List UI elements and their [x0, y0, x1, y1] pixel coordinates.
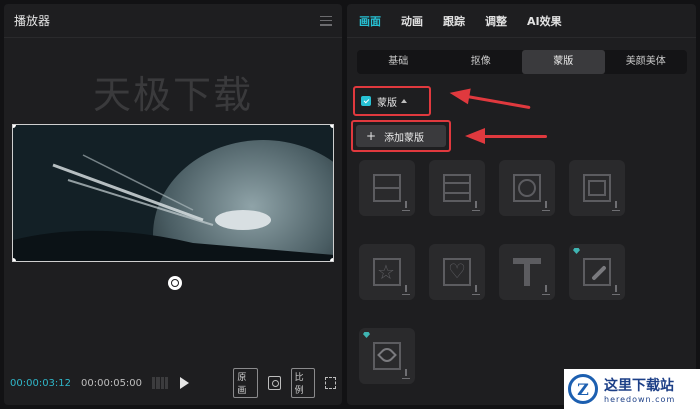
subtab-mask[interactable]: 蒙版: [522, 50, 605, 74]
mask-preset-mirror[interactable]: [429, 160, 485, 216]
waveform-icon[interactable]: [152, 377, 169, 389]
line-mask-divider: [373, 187, 401, 189]
download-icon: [542, 201, 550, 211]
logo-title: 这里下载站: [604, 377, 674, 394]
heart-mask-shape: ♡: [448, 259, 466, 283]
rectangle-mask-inner: [588, 180, 606, 196]
video-preview[interactable]: [12, 124, 334, 262]
logo-texts: 这里下载站 heredown.com: [604, 375, 675, 404]
caret-up-icon[interactable]: [401, 99, 407, 103]
menu-icon[interactable]: [320, 15, 332, 26]
player-title: 播放器: [14, 14, 51, 28]
logo-mark-icon: Z: [568, 374, 598, 404]
premium-gem-icon: [573, 248, 580, 254]
subtab-cutout[interactable]: 抠像: [440, 50, 523, 74]
total-time: 00:00:05:00: [81, 377, 143, 389]
download-icon: [472, 285, 480, 295]
tab-animation[interactable]: 动画: [401, 13, 423, 29]
planet-scene-image: [13, 125, 333, 261]
logo-domain: heredown.com: [604, 394, 676, 404]
mask-preset-text[interactable]: [499, 244, 555, 300]
properties-panel: 画面 动画 跟踪 调整 AI效果 基础 抠像 蒙版 美颜美体 蒙版 + 添加蒙版: [347, 4, 696, 405]
mask-preset-circle[interactable]: [499, 160, 555, 216]
sub-tabs: 基础 抠像 蒙版 美颜美体: [357, 50, 687, 74]
resize-handle-bottom-right[interactable]: [330, 258, 333, 261]
resize-handle-top-right[interactable]: [330, 125, 333, 128]
mask-preset-pen[interactable]: [359, 328, 415, 384]
focus-icon[interactable]: [267, 376, 281, 390]
premium-gem-icon: [363, 332, 370, 338]
site-logo: Z 这里下载站 heredown.com: [564, 369, 700, 409]
watermark-text: 天极下载: [92, 73, 253, 117]
current-time: 00:00:03:12: [10, 377, 72, 389]
player-panel: 播放器 天极下载 00:00:03:12 00:00:05:00 原画 比例: [4, 4, 342, 405]
mask-preset-line[interactable]: [359, 160, 415, 216]
download-icon: [612, 285, 620, 295]
tab-picture[interactable]: 画面: [359, 13, 381, 29]
download-icon: [402, 201, 410, 211]
mask-checkbox[interactable]: [361, 96, 371, 106]
plus-icon: +: [366, 129, 377, 143]
aspect-ratio-button[interactable]: 比例: [290, 368, 315, 398]
original-quality-button[interactable]: 原画: [233, 368, 258, 398]
add-mask-button[interactable]: + 添加蒙版: [356, 125, 446, 147]
mask-preset-heart[interactable]: ♡: [429, 244, 485, 300]
tab-tracking[interactable]: 跟踪: [443, 13, 465, 29]
download-icon: [542, 285, 550, 295]
tab-ai-effects[interactable]: AI效果: [527, 13, 562, 29]
add-mask-label: 添加蒙版: [384, 132, 425, 144]
rotate-reset-icon[interactable]: [168, 276, 182, 290]
play-icon[interactable]: [180, 377, 190, 389]
download-icon: [472, 201, 480, 211]
mask-preset-rectangle[interactable]: [569, 160, 625, 216]
text-mask-stem: [524, 258, 530, 286]
mask-toggle-label: 蒙版: [377, 97, 397, 109]
mirror-mask-band: [443, 182, 471, 194]
mask-preset-star[interactable]: ☆: [359, 244, 415, 300]
download-icon: [402, 285, 410, 295]
subtab-beauty[interactable]: 美颜美体: [605, 50, 688, 74]
circle-mask-shape: [518, 179, 536, 197]
star-mask-shape: ☆: [377, 260, 395, 284]
resize-handle-bottom-left[interactable]: [13, 258, 16, 261]
annotation-arrow-toggle: [448, 85, 531, 111]
main-tabs: 画面 动画 跟踪 调整 AI效果: [347, 4, 696, 38]
mask-toggle[interactable]: 蒙版: [353, 86, 431, 116]
add-mask-highlight: + 添加蒙版: [351, 120, 451, 152]
subtab-basic[interactable]: 基础: [357, 50, 440, 74]
fullscreen-icon[interactable]: [324, 377, 337, 389]
download-icon: [402, 369, 410, 379]
player-header: 播放器: [4, 4, 342, 38]
annotation-arrow-add: [465, 128, 547, 144]
tab-adjust[interactable]: 调整: [485, 13, 507, 29]
mask-preset-brush[interactable]: [569, 244, 625, 300]
download-icon: [612, 201, 620, 211]
playback-controls: 00:00:03:12 00:00:05:00 原画 比例: [4, 368, 342, 398]
